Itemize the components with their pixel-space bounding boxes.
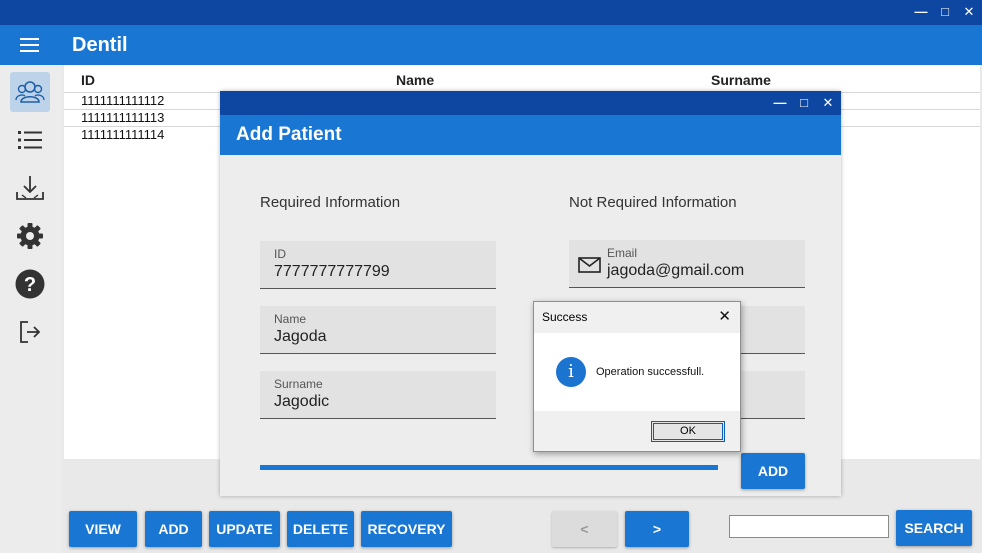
- message-box-title: Success: [542, 310, 588, 324]
- name-field-value: Jagoda: [274, 328, 327, 345]
- surname-field-value: Jagodic: [274, 393, 330, 410]
- close-button[interactable]: ✕: [960, 3, 978, 21]
- cell-id: 1111111111112: [81, 93, 165, 108]
- dialog-title: Add Patient: [236, 124, 342, 145]
- column-header-surname[interactable]: Surname: [711, 72, 771, 88]
- column-header-id[interactable]: ID: [81, 72, 95, 88]
- cell-id: 1111111111113: [81, 110, 165, 125]
- message-box-body: i Operation successfull.: [534, 333, 740, 411]
- logout-icon: [20, 321, 41, 343]
- id-field-value: 7777777777799: [274, 263, 390, 280]
- download-icon: [16, 176, 44, 200]
- email-field-value: jagoda@gmail.com: [607, 262, 745, 279]
- dialog-maximize-button[interactable]: □: [795, 94, 813, 112]
- optional-section-title: Not Required Information: [569, 194, 737, 211]
- recovery-button[interactable]: RECOVERY: [361, 511, 452, 547]
- info-icon: i: [556, 357, 586, 387]
- delete-button[interactable]: DELETE: [287, 511, 354, 547]
- search-button[interactable]: SEARCH: [896, 510, 972, 546]
- surname-field[interactable]: Surname Jagodic: [260, 371, 496, 419]
- app-title: Dentil: [72, 34, 128, 56]
- next-page-button[interactable]: >: [625, 511, 689, 547]
- surname-field-label: Surname: [274, 377, 323, 391]
- maximize-button[interactable]: □: [936, 3, 954, 21]
- sidebar-item-help[interactable]: ?: [10, 264, 50, 304]
- view-button[interactable]: VIEW: [69, 511, 137, 547]
- name-field[interactable]: Name Jagoda: [260, 306, 496, 354]
- menu-icon[interactable]: [20, 38, 39, 52]
- users-icon: [15, 81, 45, 103]
- sidebar-item-list[interactable]: [10, 120, 50, 160]
- previous-page-button[interactable]: <: [552, 511, 617, 547]
- name-field-label: Name: [274, 312, 307, 326]
- gear-icon: [17, 223, 43, 249]
- app-bar: Dentil: [0, 25, 982, 65]
- email-field[interactable]: Email jagoda@gmail.com: [569, 240, 805, 288]
- update-button[interactable]: UPDATE: [209, 511, 280, 547]
- success-message-box: Success ✕ i Operation successfull. OK: [533, 301, 741, 452]
- sidebar-item-settings[interactable]: [10, 216, 50, 256]
- sidebar: ?: [0, 65, 62, 553]
- list-icon: [18, 131, 42, 149]
- sidebar-item-patients[interactable]: [10, 72, 50, 112]
- add-button[interactable]: ADD: [145, 511, 202, 547]
- dialog-minimize-button[interactable]: —: [771, 94, 789, 112]
- id-field[interactable]: ID 7777777777799: [260, 241, 496, 289]
- required-section-title: Required Information: [260, 194, 401, 211]
- dialog-add-button[interactable]: ADD: [741, 453, 805, 489]
- window-title-bar: — □ ✕: [0, 0, 982, 25]
- dialog-header: Add Patient: [220, 115, 841, 155]
- add-patient-dialog: — □ ✕ Add Patient Required Information N…: [220, 91, 841, 496]
- sidebar-item-logout[interactable]: [10, 312, 50, 352]
- email-icon: [578, 257, 601, 273]
- sidebar-item-import[interactable]: [10, 168, 50, 208]
- svg-text:?: ?: [24, 274, 36, 296]
- progress-bar: [260, 465, 718, 470]
- id-field-label: ID: [274, 247, 286, 261]
- search-input[interactable]: [729, 515, 889, 538]
- minimize-button[interactable]: —: [912, 3, 930, 21]
- column-header-name[interactable]: Name: [396, 72, 434, 88]
- ok-button[interactable]: OK: [651, 421, 725, 442]
- email-field-label: Email: [607, 246, 638, 260]
- dialog-close-button[interactable]: ✕: [819, 94, 837, 112]
- dialog-title-bar: — □ ✕: [220, 91, 841, 115]
- cell-id: 1111111111114: [81, 127, 165, 142]
- message-box-text: Operation successfull.: [596, 366, 705, 378]
- help-icon: ?: [15, 269, 45, 299]
- message-box-close-icon[interactable]: ✕: [718, 307, 731, 325]
